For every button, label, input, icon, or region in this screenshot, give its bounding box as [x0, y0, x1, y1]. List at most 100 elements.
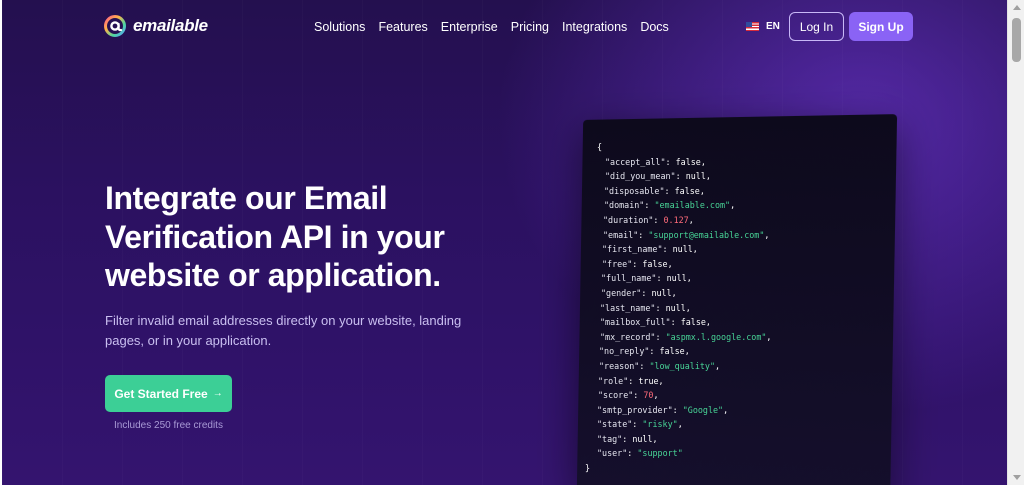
code-key: "smtp_provider": [597, 404, 673, 415]
code-value: false: [675, 156, 701, 167]
code-key: "state": [597, 419, 633, 430]
code-comma: ,: [667, 258, 673, 269]
code-line: "last_name": null,: [597, 301, 877, 316]
code-value: true: [638, 375, 659, 386]
code-key: "gender": [601, 287, 642, 298]
code-separator: :: [632, 258, 643, 269]
code-comma: ,: [684, 346, 690, 357]
code-separator: :: [627, 448, 638, 459]
code-key: "score": [598, 390, 634, 401]
code-comma: ,: [652, 433, 658, 444]
code-separator: :: [670, 317, 681, 328]
code-comma: ,: [766, 331, 772, 342]
vertical-scrollbar[interactable]: [1007, 0, 1024, 485]
code-line: "role": true,: [597, 374, 877, 389]
code-value: null: [685, 171, 706, 182]
code-line: "domain": "emailable.com",: [597, 198, 877, 213]
code-comma: ,: [730, 200, 736, 211]
code-key: "domain": [604, 200, 645, 211]
code-close-brace: }: [585, 463, 591, 474]
code-key: "user": [597, 448, 628, 459]
code-line: "state": "risky",: [597, 417, 877, 432]
code-key: "no_reply": [599, 346, 650, 357]
brand-name: emailable: [133, 16, 208, 35]
code-key: "mx_record": [600, 331, 656, 342]
nav-features[interactable]: Features: [378, 20, 427, 34]
code-comma: ,: [705, 171, 711, 182]
emailable-logo-icon: [104, 15, 126, 37]
code-line: "full_name": null,: [597, 271, 877, 286]
code-separator: :: [644, 200, 655, 211]
code-separator: :: [664, 185, 675, 196]
code-value: false: [680, 317, 706, 328]
code-line: "user": "support": [597, 446, 877, 461]
signup-button[interactable]: Sign Up: [849, 12, 913, 41]
code-line: "disposable": false,: [597, 184, 877, 199]
language-code: EN: [766, 21, 780, 32]
nav-enterprise[interactable]: Enterprise: [441, 20, 498, 34]
code-comma: ,: [677, 419, 683, 430]
nav-solutions[interactable]: Solutions: [314, 20, 365, 34]
code-comma: ,: [764, 229, 770, 240]
code-separator: :: [653, 214, 664, 225]
code-key: "did_you_mean": [605, 171, 676, 182]
nav-docs[interactable]: Docs: [640, 20, 668, 34]
code-value: "low_quality": [649, 360, 715, 371]
code-separator: :: [632, 419, 643, 430]
code-value: 0.127: [663, 214, 689, 225]
code-line: "first_name": null,: [597, 242, 877, 257]
code-key: "disposable": [604, 185, 665, 196]
code-key: "full_name": [601, 273, 657, 284]
code-separator: :: [638, 229, 649, 240]
nav-integrations[interactable]: Integrations: [562, 20, 627, 34]
code-key: "email": [603, 229, 639, 240]
get-started-button[interactable]: Get Started Free →: [105, 375, 232, 412]
code-separator: :: [649, 346, 660, 357]
code-separator: :: [655, 302, 666, 313]
code-separator: :: [641, 287, 652, 298]
hero-section: emailable Solutions Features Enterprise …: [2, 0, 1007, 485]
code-comma: ,: [688, 214, 694, 225]
code-value: null: [651, 287, 672, 298]
code-separator: :: [633, 390, 644, 401]
login-button[interactable]: Log In: [789, 12, 844, 41]
scroll-up-icon[interactable]: [1013, 5, 1021, 10]
code-line: "did_you_mean": null,: [597, 169, 877, 184]
code-value: "support@emailable.com": [648, 229, 765, 240]
code-key: "mailbox_full": [600, 317, 671, 328]
code-key: "reason": [599, 360, 640, 371]
api-response-code: { "accept_all": false, "did_you_mean": nu…: [585, 140, 877, 476]
code-key: "duration": [603, 214, 654, 225]
code-comma: ,: [686, 273, 692, 284]
code-separator: :: [662, 244, 673, 255]
arrow-right-icon: →: [212, 388, 223, 399]
code-line: "gender": null,: [597, 286, 877, 301]
us-flag-icon: [746, 22, 759, 31]
main-nav: Solutions Features Enterprise Pricing In…: [314, 20, 669, 34]
code-line: "email": "support@emailable.com",: [597, 228, 877, 243]
code-value: "risky": [642, 419, 678, 430]
hero-headline: Integrate our Email Verification API in …: [105, 180, 445, 293]
code-key: "free": [602, 258, 633, 269]
code-line: "score": 70,: [597, 388, 877, 403]
code-line: "smtp_provider": "Google",: [597, 403, 877, 418]
code-separator: :: [628, 375, 639, 386]
scrollbar-thumb[interactable]: [1012, 18, 1021, 62]
code-key: "first_name": [602, 244, 663, 255]
code-comma: ,: [658, 375, 664, 386]
code-line: "accept_all": false,: [597, 155, 877, 170]
code-value: false: [642, 258, 668, 269]
code-open-brace: {: [597, 142, 603, 152]
code-separator: :: [622, 433, 633, 444]
language-selector[interactable]: EN: [746, 21, 780, 32]
code-line: "tag": null,: [597, 432, 877, 447]
code-comma: ,: [692, 244, 698, 255]
code-value: 70: [643, 390, 654, 401]
scroll-down-icon[interactable]: [1013, 475, 1021, 480]
code-comma: ,: [699, 185, 705, 196]
brand-logo[interactable]: emailable: [103, 14, 208, 38]
nav-pricing[interactable]: Pricing: [511, 20, 549, 34]
code-line: "no_reply": false,: [597, 344, 877, 359]
code-comma: ,: [723, 404, 729, 415]
code-value: "support": [637, 448, 683, 459]
